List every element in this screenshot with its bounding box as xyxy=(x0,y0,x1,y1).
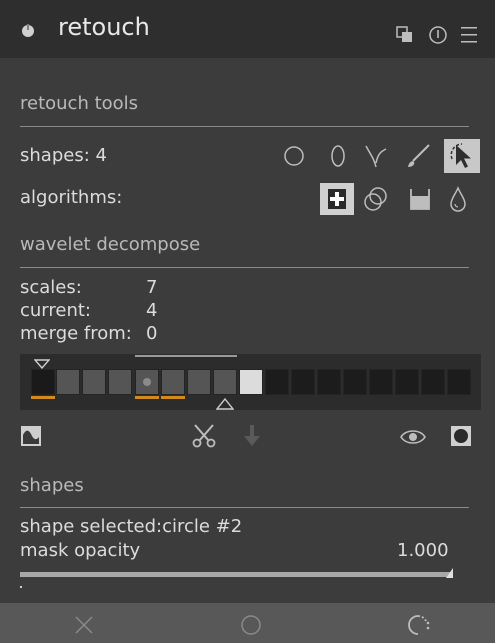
section-divider xyxy=(20,267,469,268)
scales-label: scales: xyxy=(20,277,82,298)
mask-opacity-slider-handle[interactable] xyxy=(446,568,453,578)
blur-icon[interactable] xyxy=(449,186,467,212)
brush-shape-icon[interactable] xyxy=(405,143,431,169)
wavelet-scale-cell[interactable] xyxy=(447,369,471,395)
show-hide-shapes-icon[interactable] xyxy=(444,139,480,173)
wavelet-scale-cell[interactable] xyxy=(213,369,237,395)
heal-icon[interactable] xyxy=(320,183,354,215)
wavelet-scale-cell[interactable] xyxy=(421,369,445,395)
partial-icon[interactable] xyxy=(406,613,432,637)
fill-icon[interactable] xyxy=(408,187,432,211)
mask-opacity-value: 1.000 xyxy=(397,540,449,561)
wavelet-scale-cell[interactable] xyxy=(161,369,185,395)
slider-origin-tick xyxy=(20,586,22,588)
blend-footer xyxy=(0,603,495,643)
mask-scale-marker xyxy=(31,396,55,399)
current-value: 4 xyxy=(146,300,158,321)
on-icon[interactable] xyxy=(240,614,262,636)
module-title: retouch xyxy=(58,13,150,41)
section-divider xyxy=(20,507,469,508)
mask-opacity-label: mask opacity xyxy=(20,540,141,561)
wavelet-scale-cell[interactable] xyxy=(265,369,289,395)
wavelet-scale-cell[interactable] xyxy=(369,369,393,395)
section-shapes: shapes xyxy=(20,475,84,496)
display-wavelet-scale-icon[interactable] xyxy=(20,425,42,447)
wavelet-scale-cell[interactable] xyxy=(395,369,419,395)
mask-scale-marker xyxy=(161,396,185,399)
current-scale-handle[interactable] xyxy=(216,398,234,410)
merge-from-label: merge from: xyxy=(20,323,132,344)
wavelet-scale-cell[interactable] xyxy=(187,369,211,395)
wavelet-scale-cell[interactable] xyxy=(239,369,263,395)
wavelet-scale-cell[interactable] xyxy=(56,369,80,395)
section-retouch-tools: retouch tools xyxy=(20,93,139,114)
merge-from-value: 0 xyxy=(146,323,158,344)
shapes-count-label: shapes: 4 xyxy=(20,145,107,166)
ellipse-shape-icon[interactable] xyxy=(330,144,346,168)
circle-shape-icon[interactable] xyxy=(283,145,305,167)
merge-range-indicator xyxy=(135,355,237,357)
cut-icon[interactable] xyxy=(191,422,217,448)
reset-icon[interactable] xyxy=(428,25,448,45)
module-header: retouch xyxy=(0,0,495,58)
wavelet-scale-cell[interactable] xyxy=(343,369,367,395)
section-wavelet-decompose: wavelet decompose xyxy=(20,234,201,255)
display-masks-icon[interactable] xyxy=(399,428,427,446)
mask-opacity-slider-fill xyxy=(20,572,453,577)
merge-from-handle[interactable] xyxy=(34,359,50,369)
wavelet-scale-cell[interactable] xyxy=(317,369,341,395)
current-label: current: xyxy=(20,300,91,321)
presets-icon[interactable] xyxy=(396,26,414,44)
mask-opacity-slider[interactable] xyxy=(20,568,453,582)
scales-value: 7 xyxy=(146,277,158,298)
menu-icon[interactable] xyxy=(460,25,478,45)
power-icon[interactable] xyxy=(20,22,36,38)
wavelet-scale-cell[interactable] xyxy=(108,369,132,395)
suppress-icon[interactable] xyxy=(450,425,472,447)
algorithms-label: algorithms: xyxy=(20,187,123,208)
section-divider xyxy=(20,126,469,127)
clone-icon[interactable] xyxy=(363,186,389,212)
path-shape-icon[interactable] xyxy=(364,143,388,169)
off-icon[interactable] xyxy=(74,615,94,635)
wavelet-scale-cell[interactable] xyxy=(82,369,106,395)
wavelet-scale-cell[interactable] xyxy=(135,369,159,395)
paste-icon[interactable] xyxy=(243,424,261,448)
mask-scale-marker xyxy=(135,396,159,399)
wavelet-scale-cell[interactable] xyxy=(291,369,315,395)
shape-selected-label: shape selected:circle #2 xyxy=(20,516,243,537)
wavelet-scale-cell[interactable] xyxy=(31,369,55,395)
